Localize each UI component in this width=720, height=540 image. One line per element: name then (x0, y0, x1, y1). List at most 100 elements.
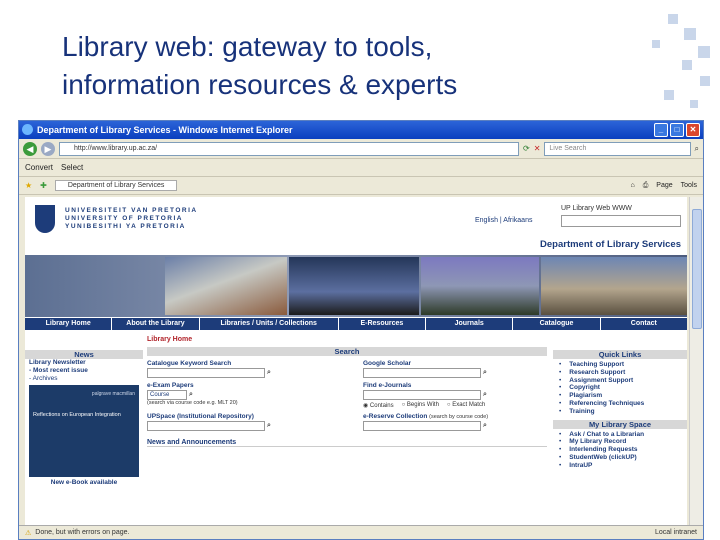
quick-link[interactable]: Research Support (559, 369, 687, 377)
home-icon[interactable]: ⌂ (630, 182, 634, 190)
search-icon[interactable]: ⌕ (483, 391, 487, 399)
catalogue-input[interactable] (147, 368, 265, 378)
quick-link[interactable]: Teaching Support (559, 361, 687, 369)
ebook-cover[interactable]: palgrave macmillan Reflections on Europe… (29, 385, 139, 477)
university-name: UNIVERSITEIT VAN PRETORIA UNIVERSITY OF … (65, 207, 198, 231)
links-column: Quick Links Teaching Support Research Su… (553, 350, 687, 474)
tools-menu[interactable]: Tools (681, 182, 697, 190)
quick-link[interactable]: Copyright (559, 384, 687, 392)
deco-square (668, 14, 678, 24)
nav-libraries[interactable]: Libraries / Units / Collections (200, 318, 339, 330)
minimize-button[interactable]: _ (654, 123, 668, 137)
university-line: UNIVERSITY OF PRETORIA (65, 215, 183, 222)
maximize-button[interactable]: □ (670, 123, 684, 137)
window-titlebar: Department of Library Services - Windows… (19, 121, 703, 139)
book-title: Reflections on European Integration (33, 412, 121, 418)
space-link[interactable]: Interlending Requests (559, 446, 687, 454)
favorites-star-icon[interactable]: ★ (25, 181, 32, 190)
quick-link[interactable]: Referencing Techniques (559, 400, 687, 408)
ereserve-input[interactable] (363, 421, 481, 431)
search-icon[interactable]: ⌕ (267, 422, 271, 430)
space-link[interactable]: StudentWeb (clickUP) (559, 454, 687, 462)
journals-input[interactable] (363, 390, 481, 400)
live-search-input[interactable]: Live Search (544, 141, 691, 156)
deco-square (684, 28, 696, 40)
back-button[interactable]: ◀ (23, 141, 37, 156)
scrollbar-thumb[interactable] (692, 209, 702, 329)
window-title: Department of Library Services - Windows… (37, 125, 293, 135)
nav-about[interactable]: About the Library (112, 318, 200, 330)
nav-e-resources[interactable]: E-Resources (339, 318, 427, 330)
nav-library-home[interactable]: Library Home (25, 318, 113, 330)
slide-title: Library web: gateway to tools, informati… (62, 28, 622, 104)
news-column: News Library Newsletter - Most recent is… (25, 350, 143, 487)
campus-photo (421, 257, 539, 315)
radio-contains[interactable]: ◉ Contains (363, 402, 394, 409)
radio-begins-label: Begins With (406, 402, 439, 408)
upspace-label: UPSpace (Institutional Repository) (147, 413, 254, 420)
browser-window: Department of Library Services - Windows… (18, 120, 704, 540)
course-select[interactable]: Course (147, 390, 187, 400)
search-icon[interactable]: ⌕ (695, 144, 699, 154)
language-switch[interactable]: English | Afrikaans (475, 217, 532, 224)
tab-library[interactable]: Department of Library Services (54, 180, 178, 191)
deco-square (682, 60, 692, 70)
catalogue-search: Catalogue Keyword Search ⌕ (147, 360, 331, 378)
close-button[interactable]: ✕ (686, 123, 700, 137)
ebook-caption[interactable]: New e-Book available (25, 479, 143, 487)
nav-catalogue[interactable]: Catalogue (513, 318, 601, 330)
space-link[interactable]: IntraUP (559, 462, 687, 470)
campus-photo (541, 257, 687, 315)
ereserve-hint: (search by course code) (429, 414, 489, 420)
radio-begins[interactable]: ○ Begins With (402, 402, 439, 409)
exam-hint: (search via course code e.g. MLT 20) (147, 400, 238, 406)
stop-icon[interactable]: ✕ (534, 144, 541, 153)
link-select[interactable]: Select (61, 163, 83, 172)
university-crest-icon (35, 205, 55, 233)
radio-exact[interactable]: ○ Exact Match (447, 402, 485, 409)
search-icon[interactable]: ⌕ (267, 369, 271, 377)
slide-title-line2: information resources & experts (62, 69, 458, 100)
breadcrumb[interactable]: Library Home (147, 336, 547, 343)
vertical-scrollbar[interactable] (689, 197, 703, 527)
scholar-input[interactable] (363, 368, 481, 378)
photo-banner (25, 255, 687, 317)
search-icon[interactable]: ⌕ (483, 422, 487, 430)
book-publisher: palgrave macmillan (91, 391, 135, 397)
space-link[interactable]: My Library Record (559, 438, 687, 446)
nav-contact[interactable]: Contact (601, 318, 687, 330)
journals-label: Find e-Journals (363, 382, 412, 389)
forward-button[interactable]: ▶ (41, 141, 55, 156)
upspace-input[interactable] (147, 421, 265, 431)
exam-search: e-Exam Papers Course ⌕ (search via course… (147, 382, 331, 409)
campus-photo (165, 257, 287, 315)
main-navigation: Library Home About the Library Libraries… (25, 318, 687, 330)
page-menu[interactable]: Page (656, 182, 672, 190)
print-icon[interactable]: ⎙ (643, 182, 649, 190)
space-link[interactable]: Ask / Chat to a Librarian (559, 431, 687, 439)
recent-issue-link[interactable]: - Most recent issue (25, 367, 143, 375)
site-search-input[interactable] (561, 215, 681, 227)
scholar-label: Google Scholar (363, 360, 412, 367)
deco-square (698, 46, 710, 58)
archives-link[interactable]: - Archives (25, 375, 143, 383)
news-announcements-heading: News and Announcements (147, 439, 547, 447)
quick-links-heading: Quick Links (553, 350, 687, 359)
web-page: UNIVERSITEIT VAN PRETORIA UNIVERSITY OF … (25, 197, 687, 527)
deco-square (652, 40, 660, 48)
add-favorite-icon[interactable]: ✚ (40, 181, 47, 190)
nav-journals[interactable]: Journals (426, 318, 514, 330)
quick-link[interactable]: Plagiarism (559, 392, 687, 400)
search-icon[interactable]: ⌕ (483, 369, 487, 377)
quick-links-list: Teaching Support Research Support Assign… (559, 361, 687, 416)
status-text: Done, but with errors on page. (35, 529, 130, 536)
university-line: YUNIBESITHI YA PRETORIA (65, 223, 186, 230)
address-input[interactable]: http://www.library.up.ac.za/ (59, 141, 519, 156)
refresh-icon[interactable]: ⟳ (523, 144, 530, 153)
quick-link[interactable]: Training (559, 408, 687, 416)
link-convert[interactable]: Convert (25, 163, 53, 172)
search-icon[interactable]: ⌕ (189, 391, 193, 399)
slide-title-line1: Library web: gateway to tools, (62, 31, 433, 62)
quick-link[interactable]: Assignment Support (559, 377, 687, 385)
search-scope[interactable]: UP Library Web WWW (561, 205, 632, 212)
